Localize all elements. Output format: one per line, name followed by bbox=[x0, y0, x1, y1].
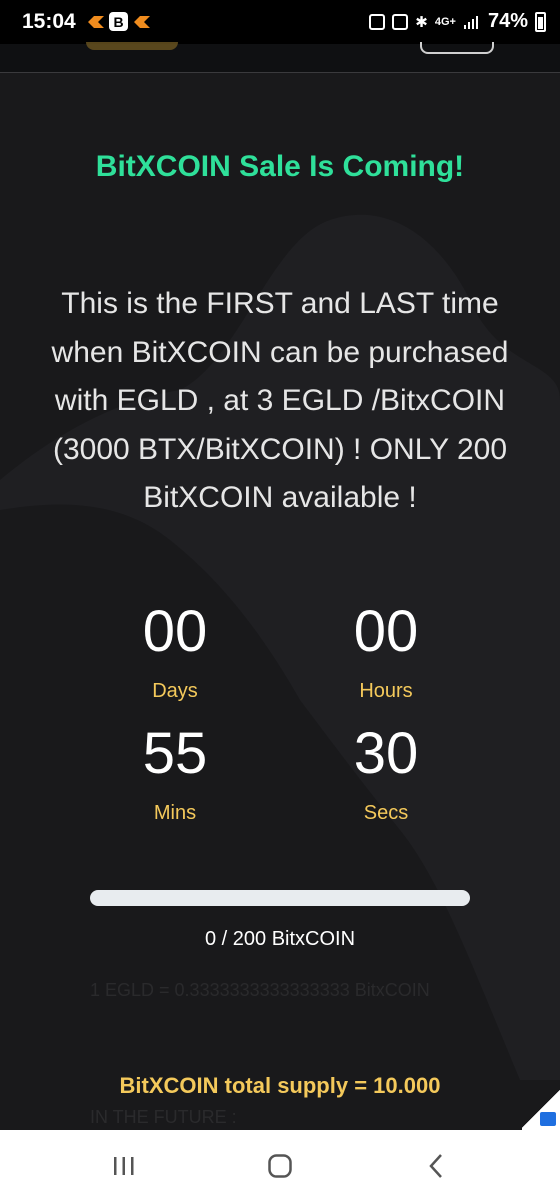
sale-description: This is the FIRST and LAST time when Bit… bbox=[51, 287, 509, 514]
countdown-hours-label: Hours bbox=[359, 680, 413, 702]
b-app-notification-icon: B bbox=[109, 12, 128, 31]
countdown-mins-value: 55 bbox=[142, 721, 208, 786]
site-header bbox=[0, 42, 560, 73]
signal-icon bbox=[463, 15, 478, 29]
notification-icons: B bbox=[86, 12, 151, 31]
countdown-days-value: 00 bbox=[142, 599, 208, 664]
home-button[interactable] bbox=[250, 1146, 310, 1186]
battery-icon bbox=[535, 11, 546, 32]
recent-apps-button[interactable] bbox=[94, 1146, 154, 1186]
countdown-secs-value: 30 bbox=[353, 721, 419, 786]
app-notification-icon bbox=[86, 12, 105, 31]
system-icons: ✱ 4G+ 74% bbox=[369, 10, 546, 33]
countdown-mins-label: Mins bbox=[153, 802, 197, 824]
lock-icon bbox=[392, 13, 409, 30]
site-logo[interactable] bbox=[86, 42, 178, 50]
upload-icon bbox=[369, 13, 386, 30]
future-heading: IN THE FUTURE : bbox=[90, 1107, 237, 1127]
header-button[interactable] bbox=[420, 42, 494, 54]
floating-corner-button[interactable] bbox=[522, 1088, 560, 1130]
status-bar: 15:04 B ✱ 4G+ 74% bbox=[0, 0, 560, 44]
home-icon bbox=[268, 1154, 292, 1178]
sale-progress-text: 0 / 200 BitxCOIN bbox=[204, 928, 356, 950]
recent-apps-icon bbox=[114, 1157, 134, 1175]
app-notification-icon-2 bbox=[132, 12, 151, 31]
battery-percent: 74% bbox=[487, 10, 528, 32]
total-supply-text: BitXCOIN total supply = 10.000 bbox=[119, 1073, 441, 1098]
status-time: 15:04 bbox=[22, 10, 76, 33]
sale-progress-bar bbox=[90, 890, 470, 906]
network-type-label: 4G+ bbox=[434, 15, 456, 28]
countdown-days-label: Days bbox=[152, 680, 198, 702]
exchange-rate-text: 1 EGLD = 0.3333333333333333 BitxCOIN bbox=[90, 980, 430, 1000]
folder-upload-icon bbox=[540, 1112, 556, 1126]
countdown-secs-label: Secs bbox=[363, 802, 409, 824]
bluetooth-icon: ✱ bbox=[415, 13, 428, 31]
navigation-bar bbox=[0, 1130, 560, 1200]
countdown-hours-value: 00 bbox=[353, 599, 419, 664]
back-button[interactable] bbox=[406, 1146, 466, 1186]
back-chevron-icon bbox=[429, 1154, 442, 1178]
sale-title: BitXCOIN Sale Is Coming! bbox=[95, 150, 465, 183]
